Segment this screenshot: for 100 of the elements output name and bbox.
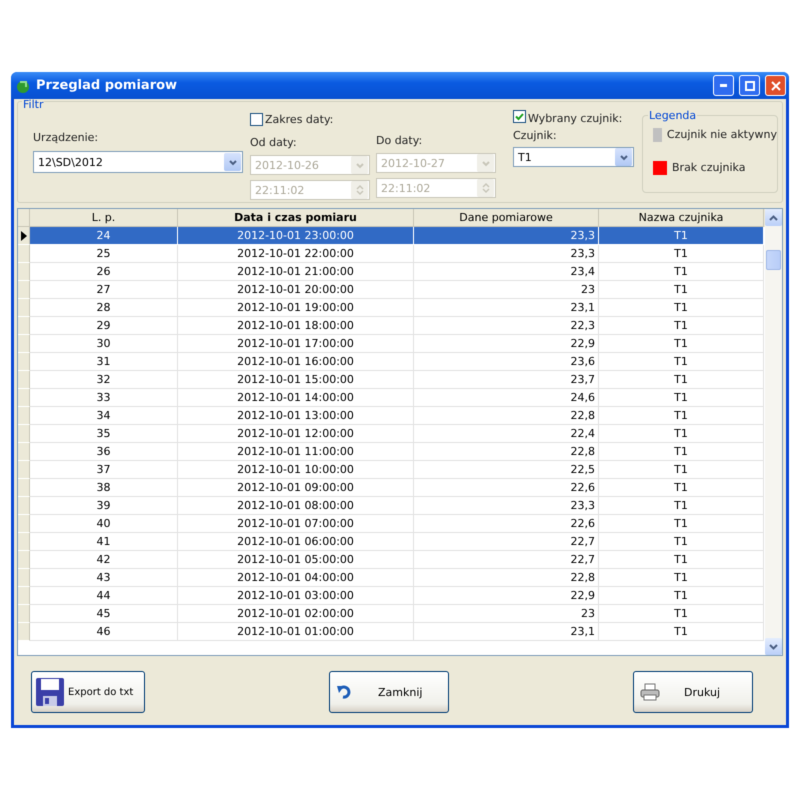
chevron-down-icon [769,644,778,650]
chevron-up-icon [769,214,778,220]
device-dropdown[interactable]: 12\SD\2012 [33,151,243,173]
table-cell: 26 [30,263,178,281]
table-cell: 2012-10-01 08:00:00 [178,497,414,515]
table-cell: T1 [599,623,764,641]
table-cell: T1 [599,389,764,407]
table-cell: 2012-10-01 15:00:00 [178,371,414,389]
group-title: Legenda [648,110,698,122]
scroll-up-button[interactable] [765,209,782,226]
spinner-arrows-icon [480,182,490,194]
close-button[interactable] [765,75,786,96]
table-cell: 38 [30,479,178,497]
chevron-down-icon [354,160,364,170]
table-cell: T1 [599,281,764,299]
table-cell: 34 [30,407,178,425]
table-cell: 2012-10-01 16:00:00 [178,353,414,371]
table-cell: 23,3 [414,245,599,263]
table-cell: 22,3 [414,317,599,335]
button[interactable]: Zamknij [329,671,449,713]
minimize-button[interactable] [713,75,734,96]
table-cell: 22,4 [414,425,599,443]
scroll-thumb[interactable] [766,250,781,270]
table-cell: 31 [30,353,178,371]
table-cell: 28 [30,299,178,317]
table-cell: T1 [599,245,764,263]
table-cell: 2012-10-01 03:00:00 [178,587,414,605]
scrollbar[interactable] [765,209,782,655]
chevron-down-icon [480,158,490,168]
table-cell: 2012-10-01 14:00:00 [178,389,414,407]
table-cell: 2012-10-01 02:00:00 [178,605,414,623]
close-icon [770,80,780,90]
table-cell: 41 [30,533,178,551]
table-cell: 36 [30,443,178,461]
table-cell: 2012-10-01 17:00:00 [178,335,414,353]
table-cell: 22,9 [414,335,599,353]
table-cell: T1 [599,353,764,371]
table-cell: T1 [599,371,764,389]
button[interactable]: Export do txt [31,671,145,713]
table-cell: 39 [30,497,178,515]
table-cell: 22,7 [414,533,599,551]
table-cell: 2012-10-01 18:00:00 [178,317,414,335]
table-cell: 23,3 [414,497,599,515]
table-cell: 45 [30,605,178,623]
table-cell: 2012-10-01 20:00:00 [178,281,414,299]
table-cell: T1 [599,461,764,479]
chevron-down-icon [228,158,238,166]
spinner-arrows-icon [354,184,364,196]
table-cell: T1 [599,227,764,245]
table-cell: 22,8 [414,443,599,461]
table-cell: 22,6 [414,479,599,497]
table-cell: 2012-10-01 19:00:00 [178,299,414,317]
table-cell: 22,7 [414,551,599,569]
chevron-down-icon [618,152,628,162]
table-cell: 30 [30,335,178,353]
sensor-dropdown[interactable]: T1 [513,147,634,167]
table-cell: T1 [599,335,764,353]
table-cell: 2012-10-01 10:00:00 [178,461,414,479]
field-label: Urządzenie: [33,131,100,145]
table-cell: T1 [599,605,764,623]
table-cell: 46 [30,623,178,641]
table-cell: 42 [30,551,178,569]
table-cell: 2012-10-01 06:00:00 [178,533,414,551]
table-cell: 2012-10-01 12:00:00 [178,425,414,443]
table-cell: 23,7 [414,371,599,389]
button[interactable]: Drukuj [633,671,753,713]
table-cell: 23 [414,605,599,623]
checkbox-label: Wybrany czujnik: [528,112,622,126]
table-cell: T1 [599,425,764,443]
table-cell: 32 [30,371,178,389]
field-label: Do daty: [376,134,424,148]
table-cell: 2012-10-01 11:00:00 [178,443,414,461]
checkbox[interactable] [250,113,263,126]
field-label: Od daty: [250,136,298,150]
table-cell: 23,1 [414,299,599,317]
printer-icon [640,683,660,701]
table-cell: T1 [599,299,764,317]
table-cell: T1 [599,497,764,515]
table-cell: 24 [30,227,178,245]
table-cell: 25 [30,245,178,263]
row-header[interactable] [18,227,30,245]
legend-label: Brak czujnika [672,161,746,175]
table-cell: 22,9 [414,587,599,605]
maximize-button[interactable] [739,75,760,96]
table-cell: 24,6 [414,389,599,407]
scroll-down-button[interactable] [765,638,782,655]
table-cell: 27 [30,281,178,299]
table-cell: 37 [30,461,178,479]
table-cell: 2012-10-01 05:00:00 [178,551,414,569]
legend-label: Czujnik nie aktywny [666,128,777,142]
field-label: Czujnik: [513,129,558,143]
table-cell: T1 [599,317,764,335]
table-cell: 23 [414,281,599,299]
table-cell: T1 [599,533,764,551]
table-cell: 43 [30,569,178,587]
checkbox[interactable] [513,110,526,123]
table-cell: 22,8 [414,569,599,587]
table-cell: 2012-10-01 04:00:00 [178,569,414,587]
table-cell: 22,6 [414,515,599,533]
table-cell: 23,4 [414,263,599,281]
